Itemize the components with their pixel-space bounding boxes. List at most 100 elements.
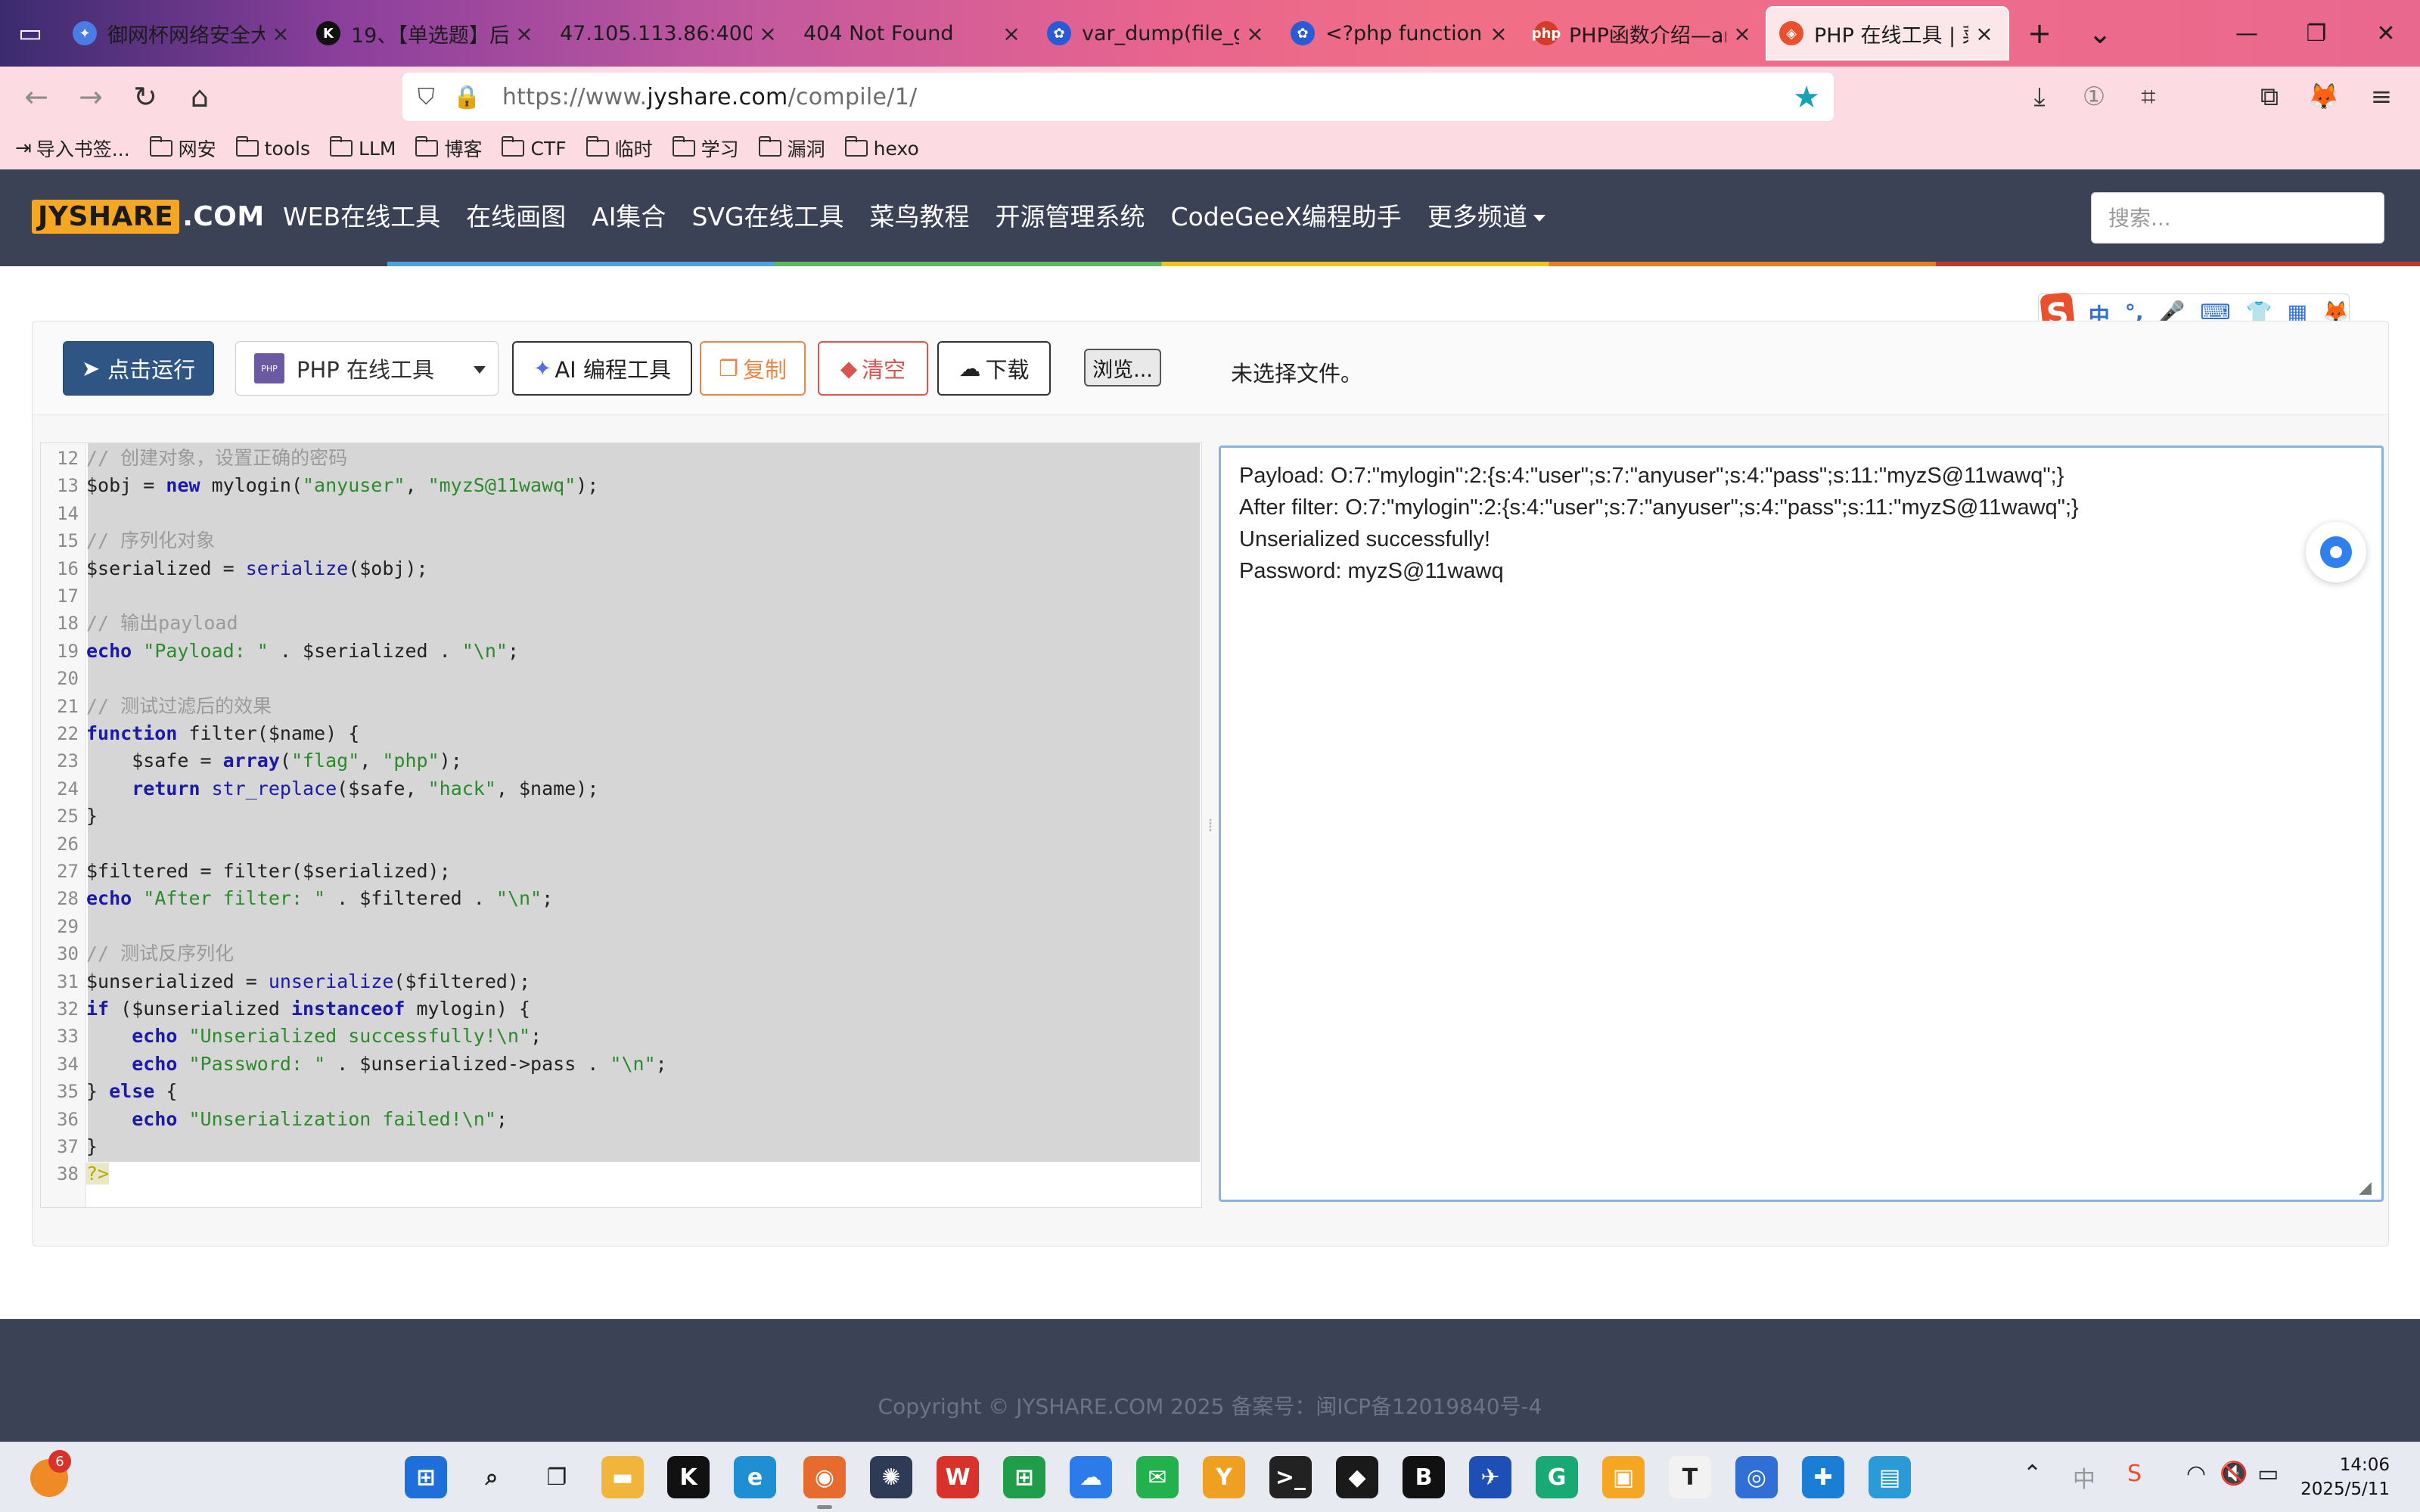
- resize-handle-icon[interactable]: ◢: [2359, 1178, 2377, 1197]
- browser-tab[interactable]: K 19、【单选题】后门×: [304, 0, 548, 67]
- extension-fox-icon[interactable]: 🦊: [2297, 67, 2351, 127]
- tab-close-icon[interactable]: ×: [1000, 21, 1023, 46]
- language-select[interactable]: PHP PHP 在线工具: [235, 341, 499, 396]
- reload-icon[interactable]: ↻: [118, 70, 172, 124]
- bookmark-item[interactable]: 学习: [672, 135, 739, 162]
- tab-close-icon[interactable]: ×: [269, 21, 292, 46]
- ime-indicator-icon[interactable]: 中: [2073, 1461, 2095, 1494]
- site-logo[interactable]: JYSHARE .COM: [32, 200, 265, 234]
- extensions-icon[interactable]: ⧉: [2242, 67, 2297, 127]
- downloads-icon[interactable]: ⤓: [2012, 67, 2067, 127]
- menu-icon[interactable]: ≡: [2354, 67, 2409, 127]
- task-view-icon[interactable]: ❐: [536, 1456, 578, 1498]
- copy-button[interactable]: ❐ 复制: [700, 341, 806, 396]
- taskbar-clock[interactable]: 14:06 2025/5/11: [2300, 1453, 2390, 1501]
- file-explorer-icon[interactable]: ▬: [601, 1456, 644, 1498]
- code-line[interactable]: echo "Password: " . $unserialized->pass …: [86, 1051, 666, 1078]
- nav-link[interactable]: 在线画图: [466, 197, 566, 233]
- wps-office-icon[interactable]: Y: [1203, 1456, 1245, 1498]
- close-window-icon[interactable]: ✕: [2351, 0, 2420, 67]
- sheets-icon[interactable]: ⊞: [1003, 1456, 1045, 1498]
- code-line[interactable]: }: [86, 803, 98, 830]
- virtualbox-icon[interactable]: ▣: [1602, 1456, 1645, 1498]
- bookmark-item[interactable]: 临时: [586, 135, 653, 162]
- browser-tab[interactable]: ✦ 御网杯网络安全大赛×: [61, 0, 304, 67]
- chat-assistant-button[interactable]: [2306, 522, 2366, 582]
- browser-tab[interactable]: ◈ PHP 在线工具 | 菜鸟×: [1766, 6, 2009, 61]
- search-icon[interactable]: ⌕: [471, 1456, 513, 1498]
- tab-close-icon[interactable]: ×: [1244, 21, 1266, 46]
- home-icon[interactable]: ⌂: [172, 70, 227, 124]
- code-line[interactable]: return str_replace($safe, "hack", $name)…: [86, 775, 598, 803]
- clear-button[interactable]: ◆ 清空: [818, 341, 928, 396]
- pane-splitter-handle[interactable]: ⁞: [1204, 442, 1217, 1208]
- messenger-icon[interactable]: ◎: [1735, 1456, 1778, 1498]
- lock-icon[interactable]: 🔒: [453, 84, 481, 110]
- bird-icon[interactable]: ✈: [1469, 1456, 1511, 1498]
- code-line[interactable]: }: [86, 1133, 98, 1160]
- nav-link[interactable]: WEB在线工具: [283, 197, 440, 233]
- code-line[interactable]: if ($unserialized instanceof mylogin) {: [86, 995, 530, 1023]
- nav-link[interactable]: AI集合: [592, 197, 666, 233]
- edge-icon[interactable]: e: [734, 1456, 776, 1498]
- minimize-icon[interactable]: —: [2212, 0, 2282, 67]
- code-line[interactable]: $obj = new mylogin("anyuser", "myzS@11wa…: [86, 472, 598, 499]
- bookmark-item[interactable]: ⇥ 导入书签...: [15, 135, 130, 162]
- terminal-icon[interactable]: >_: [1269, 1456, 1312, 1498]
- code-line[interactable]: // 测试过滤后的效果: [86, 693, 272, 720]
- cloud-icon[interactable]: ☁: [1070, 1456, 1112, 1498]
- browser-tab[interactable]: php PHP函数介绍—arra×: [1522, 0, 1766, 67]
- code-line[interactable]: $safe = array("flag", "php");: [86, 747, 462, 775]
- bookmark-item[interactable]: LLM: [330, 136, 396, 160]
- code-line[interactable]: // 测试反序列化: [86, 940, 234, 967]
- restore-icon[interactable]: ❐: [2282, 0, 2351, 67]
- tab-close-icon[interactable]: ×: [756, 21, 779, 46]
- tab-close-icon[interactable]: ×: [1487, 21, 1510, 46]
- download-button[interactable]: ☁ 下载: [937, 341, 1051, 396]
- site-search-input[interactable]: [2091, 192, 2384, 244]
- wifi-icon[interactable]: ◠: [2186, 1461, 2206, 1487]
- crop-icon[interactable]: ⌗: [2121, 67, 2176, 127]
- bookmark-star-icon[interactable]: ★: [1793, 80, 1820, 115]
- firefox-icon[interactable]: ◉: [803, 1456, 846, 1509]
- bookmark-item[interactable]: tools: [235, 136, 310, 160]
- show-hidden-icons-chevron-icon[interactable]: ⌃: [2023, 1461, 2042, 1487]
- code-line[interactable]: $serialized = serialize($obj);: [86, 555, 428, 582]
- code-line[interactable]: echo "Unserialized successfully!\n";: [86, 1023, 542, 1050]
- browser-tab[interactable]: ✿ <?php function filt×: [1278, 0, 1522, 67]
- notification-badge-icon[interactable]: ①: [2067, 67, 2121, 127]
- code-line[interactable]: // 创建对象，设置正确的密码: [86, 445, 347, 472]
- run-button[interactable]: ➤ 点击运行: [63, 341, 214, 396]
- url-text[interactable]: https://www.jyshare.com/compile/1/: [502, 84, 918, 110]
- nav-link[interactable]: 开源管理系统: [996, 197, 1145, 233]
- chatglm-icon[interactable]: G: [1536, 1456, 1578, 1498]
- tab-close-icon[interactable]: ×: [1731, 21, 1754, 46]
- bookmark-item[interactable]: hexo: [844, 136, 919, 160]
- browse-file-button[interactable]: 浏览...: [1084, 349, 1161, 387]
- shield-icon[interactable]: ⛉: [418, 84, 435, 110]
- notepad-icon[interactable]: ▤: [1869, 1456, 1911, 1498]
- new-tab-button[interactable]: +: [2009, 0, 2070, 67]
- browser-tab[interactable]: ✿ var_dump(file_get×: [1035, 0, 1278, 67]
- volume-muted-icon[interactable]: 🔇: [2220, 1461, 2248, 1487]
- code-line[interactable]: } else {: [86, 1078, 177, 1105]
- code-editor[interactable]: 12 13 14 15 16 17 18 19 20 21 22 23 24 25 26 27 28 29 30 31…: [40, 442, 1202, 1208]
- bookmark-item[interactable]: 漏洞: [758, 135, 825, 162]
- nav-link[interactable]: 菜鸟教程: [870, 197, 970, 233]
- battery-icon[interactable]: ▭: [2257, 1461, 2279, 1487]
- code-line[interactable]: $filtered = filter($serialized);: [86, 858, 451, 885]
- kimi-icon[interactable]: K: [667, 1456, 710, 1498]
- nav-link[interactable]: CodeGeeX编程助手: [1171, 197, 1402, 233]
- windows-start-icon[interactable]: ⊞: [405, 1456, 447, 1498]
- browser-tab[interactable]: 404 Not Found ×: [791, 0, 1035, 67]
- bookmark-item[interactable]: CTF: [502, 136, 567, 160]
- tab-list-chevron-icon[interactable]: ⌄: [2070, 0, 2130, 67]
- code-line[interactable]: function filter($name) {: [86, 720, 359, 747]
- code-line[interactable]: // 输出payload: [86, 610, 238, 637]
- code-line[interactable]: echo "After filter: " . $filtered . "\n"…: [86, 885, 553, 912]
- bookmark-item[interactable]: 博客: [415, 135, 482, 162]
- code-line[interactable]: echo "Unserialization failed!\n";: [86, 1106, 508, 1133]
- tab-close-icon[interactable]: ×: [513, 21, 536, 46]
- output-panel[interactable]: Payload: O:7:"mylogin":2:{s:4:"user";s:7…: [1219, 446, 2384, 1202]
- address-bar[interactable]: ⛉ 🔒 https://www.jyshare.com/compile/1/ ★: [402, 73, 1834, 121]
